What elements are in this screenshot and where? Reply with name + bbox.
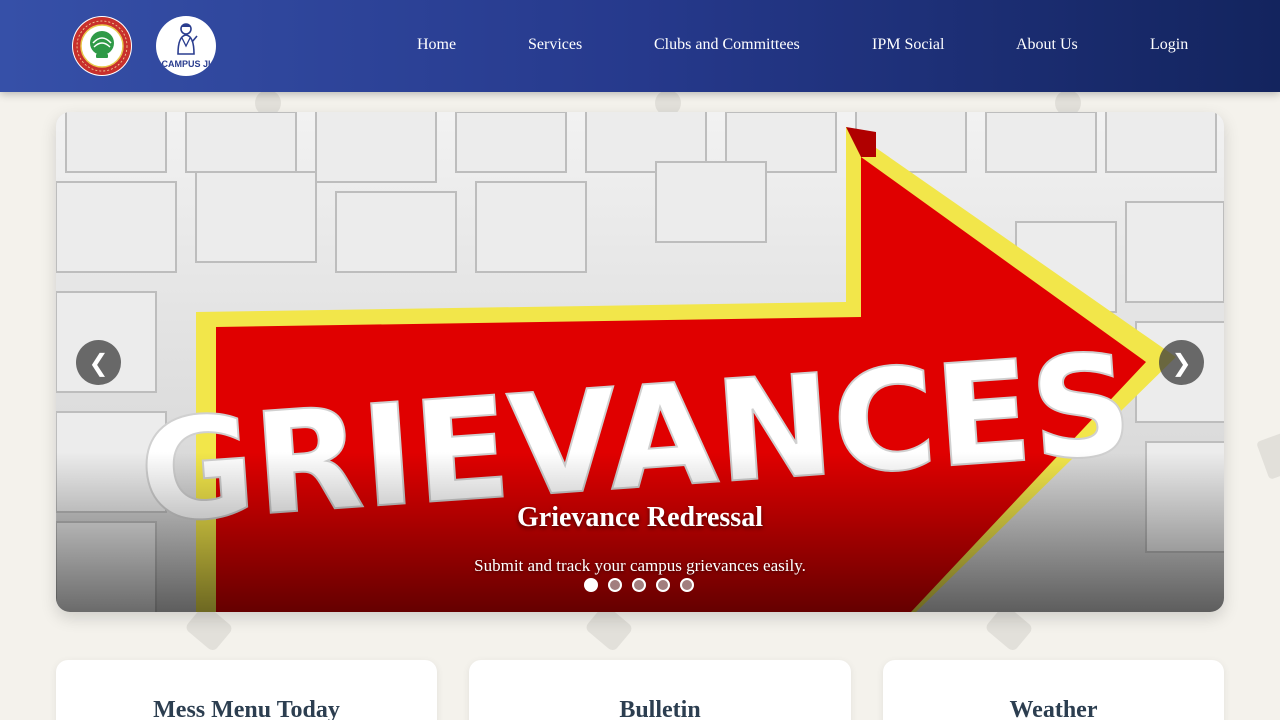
carousel-prev-button[interactable]: ❮: [76, 340, 121, 385]
nav-ipm-social[interactable]: IPM Social: [872, 36, 944, 54]
mess-menu-card-title: Mess Menu Today: [153, 697, 340, 720]
weather-card-title: Weather: [1009, 697, 1098, 720]
nav-home[interactable]: Home: [417, 36, 456, 54]
chevron-right-icon: ❯: [1171, 348, 1192, 377]
svg-text:CAMPUS JI: CAMPUS JI: [161, 59, 210, 69]
carousel-dot-4[interactable]: [656, 578, 670, 592]
bulletin-card: Bulletin: [469, 660, 851, 720]
campus-ji-mascot-icon: CAMPUS JI: [157, 17, 215, 75]
nav-services[interactable]: Services: [528, 36, 582, 54]
top-navbar: CAMPUS JI Home Services Clubs and Commit…: [0, 0, 1280, 92]
carousel-dot-1[interactable]: [584, 578, 598, 592]
slide-caption: Submit and track your campus grievances …: [474, 556, 806, 575]
carousel-dot-3[interactable]: [632, 578, 646, 592]
carousel-dot-2[interactable]: [608, 578, 622, 592]
hero-carousel: GRIEVANCES Grievance Redressal Submit an…: [56, 112, 1224, 612]
nav-about-us[interactable]: About Us: [1016, 36, 1078, 54]
mess-menu-card: Mess Menu Today: [56, 660, 437, 720]
nav-clubs-and-committees[interactable]: Clubs and Committees: [654, 36, 800, 54]
carousel-next-button[interactable]: ❯: [1159, 340, 1204, 385]
iim-logo-icon: [73, 17, 131, 75]
slide-title: Grievance Redressal: [517, 502, 763, 533]
iim-logo[interactable]: [72, 16, 132, 76]
campus-ji-logo[interactable]: CAMPUS JI: [156, 16, 216, 76]
carousel-dot-5[interactable]: [680, 578, 694, 592]
bg-decoration: [1256, 432, 1280, 480]
chevron-left-icon: ❮: [88, 348, 109, 377]
weather-card: Weather: [883, 660, 1224, 720]
nav-login[interactable]: Login: [1150, 36, 1188, 54]
bulletin-card-title: Bulletin: [619, 697, 701, 720]
main-nav: Home Services Clubs and Committees IPM S…: [380, 0, 1224, 92]
